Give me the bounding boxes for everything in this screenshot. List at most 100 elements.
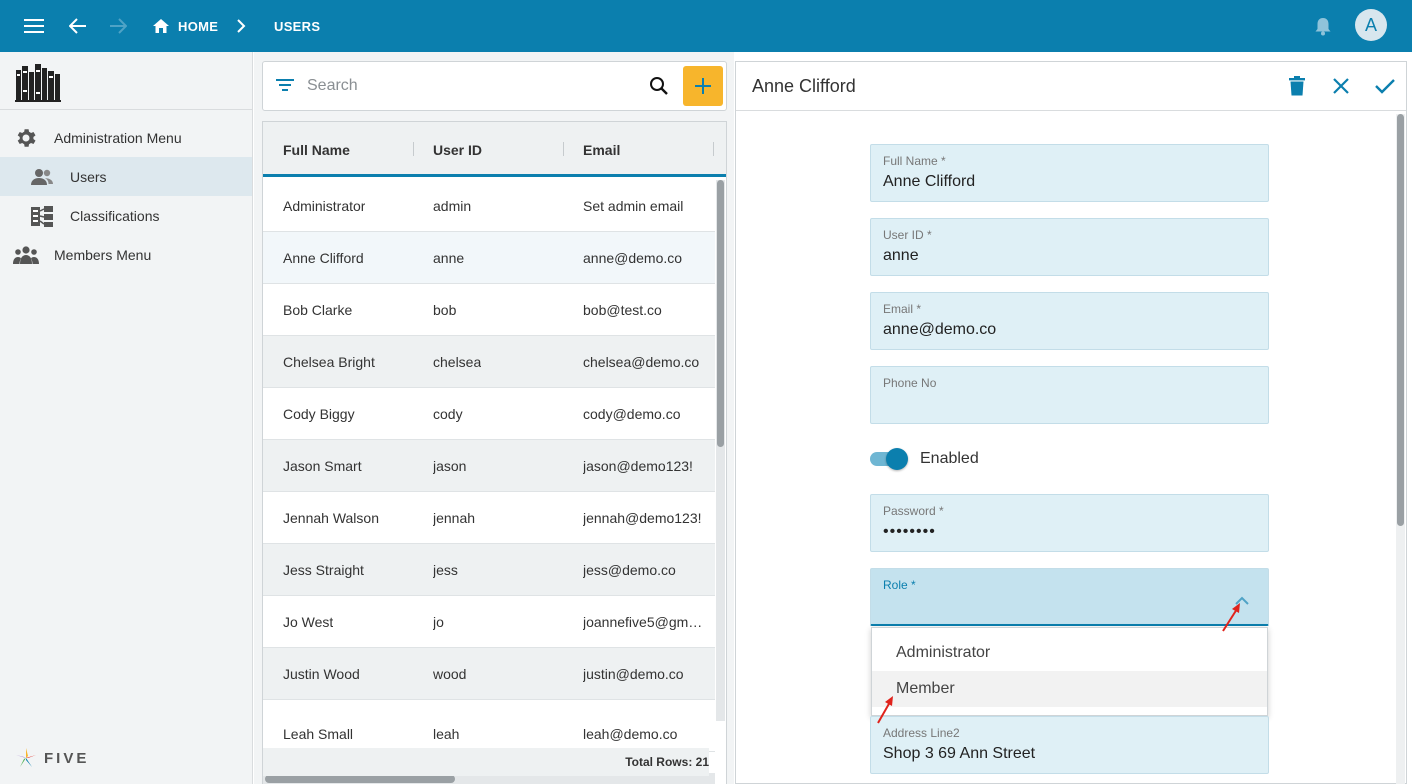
enabled-toggle[interactable] bbox=[870, 448, 908, 470]
email-field[interactable]: Email * anne@demo.co bbox=[870, 292, 1269, 350]
cell-email: justin@demo.co bbox=[583, 665, 684, 682]
address-line2-field[interactable]: Address Line2 Shop 3 69 Ann Street bbox=[870, 716, 1269, 774]
cell-full-name: Bob Clarke bbox=[283, 301, 353, 318]
table-row[interactable]: Cody Biggy cody cody@demo.co bbox=[263, 388, 715, 440]
user-id-label: User ID * bbox=[883, 228, 932, 242]
search-bar bbox=[262, 61, 727, 111]
save-button[interactable] bbox=[1373, 74, 1397, 98]
vertical-scrollbar-thumb[interactable] bbox=[717, 180, 724, 447]
table-row[interactable]: Jason Smart jason jason@demo123! bbox=[263, 440, 715, 492]
check-icon bbox=[1375, 79, 1395, 94]
add-user-button[interactable] bbox=[683, 66, 723, 106]
top-app-bar: HOME USERS A bbox=[0, 0, 1412, 52]
cell-email: bob@test.co bbox=[583, 301, 662, 318]
cell-full-name: Administrator bbox=[283, 197, 366, 214]
email-value: anne@demo.co bbox=[883, 321, 997, 338]
enabled-label: Enabled bbox=[920, 450, 979, 467]
users-icon bbox=[30, 166, 54, 188]
form-scrollbar-thumb[interactable] bbox=[1397, 114, 1404, 526]
five-brand-logo: FIVE bbox=[14, 746, 89, 770]
column-header-user-id[interactable]: User ID bbox=[433, 122, 482, 177]
full-name-value: Anne Clifford bbox=[883, 173, 976, 190]
hamburger-menu-icon[interactable] bbox=[22, 0, 46, 52]
table-row[interactable]: Justin Wood wood justin@demo.co bbox=[263, 648, 715, 700]
role-option-administrator[interactable]: Administrator bbox=[872, 635, 1267, 671]
table-row[interactable]: Jennah Walson jennah jennah@demo123! bbox=[263, 492, 715, 544]
cancel-button[interactable] bbox=[1329, 74, 1353, 98]
table-row[interactable]: Chelsea Bright chelsea chelsea@demo.co bbox=[263, 336, 715, 388]
column-divider[interactable] bbox=[413, 142, 414, 156]
search-icon[interactable] bbox=[649, 76, 669, 101]
breadcrumb-home[interactable]: HOME bbox=[152, 0, 218, 52]
sidebar: Administration Menu Users Classification… bbox=[0, 52, 253, 784]
column-header-full-name[interactable]: Full Name bbox=[283, 122, 350, 177]
table-row[interactable]: Administrator admin Set admin email bbox=[263, 180, 715, 232]
cell-email: jennah@demo123! bbox=[583, 509, 702, 526]
cell-user-id: jason bbox=[433, 457, 467, 474]
breadcrumb-users[interactable]: USERS bbox=[274, 0, 320, 52]
cell-user-id: cody bbox=[433, 405, 463, 422]
user-id-value: anne bbox=[883, 247, 919, 264]
filter-icon[interactable] bbox=[276, 77, 294, 98]
cell-email: cody@demo.co bbox=[583, 405, 681, 422]
sidebar-item-administration-menu[interactable]: Administration Menu bbox=[0, 118, 252, 157]
bell-icon[interactable] bbox=[1313, 0, 1333, 52]
enabled-toggle-knob[interactable] bbox=[886, 448, 908, 470]
cell-full-name: Justin Wood bbox=[283, 665, 360, 682]
search-input[interactable] bbox=[307, 74, 637, 98]
cell-email: joannefive5@gm… bbox=[583, 613, 703, 630]
table-row[interactable]: Jess Straight jess jess@demo.co bbox=[263, 544, 715, 596]
cell-user-id: wood bbox=[433, 665, 467, 682]
table-row-selected[interactable]: Anne Clifford anne anne@demo.co bbox=[263, 232, 715, 284]
annotation-arrow-icon bbox=[877, 696, 893, 724]
total-rows-label: Total Rows: 21 bbox=[625, 755, 709, 769]
forward-arrow-icon[interactable] bbox=[108, 0, 128, 52]
cell-full-name: Chelsea Bright bbox=[283, 353, 375, 370]
user-id-field[interactable]: User ID * anne bbox=[870, 218, 1269, 276]
user-detail-form: Anne Clifford Full Name * Anne Clifford … bbox=[735, 61, 1407, 784]
password-field[interactable]: Password * •••••••• bbox=[870, 494, 1269, 552]
role-select[interactable]: Role * bbox=[870, 568, 1269, 626]
cell-user-id: jo bbox=[433, 613, 444, 630]
cell-user-id: admin bbox=[433, 197, 472, 214]
enabled-toggle-row: Enabled bbox=[870, 443, 979, 475]
sidebar-item-label: Classifications bbox=[70, 207, 160, 224]
role-option-member[interactable]: Member bbox=[872, 671, 1267, 707]
avatar[interactable]: A bbox=[1355, 9, 1387, 41]
total-rows-count: Total Rows: 21 bbox=[263, 748, 709, 776]
close-icon bbox=[1333, 78, 1349, 94]
cell-full-name: Anne Clifford bbox=[283, 249, 364, 266]
cell-user-id: bob bbox=[433, 301, 457, 318]
classifications-icon bbox=[30, 204, 54, 228]
sidebar-item-classifications[interactable]: Classifications bbox=[0, 196, 252, 235]
full-name-label: Full Name * bbox=[883, 154, 946, 168]
phone-field[interactable]: Phone No bbox=[870, 366, 1269, 424]
back-arrow-icon[interactable] bbox=[68, 0, 88, 52]
email-label: Email * bbox=[883, 302, 922, 316]
table-row[interactable]: Leah Small leah leah@demo.co bbox=[263, 700, 715, 752]
form-vertical-scrollbar[interactable] bbox=[1396, 114, 1405, 784]
cell-full-name: Jo West bbox=[283, 613, 334, 630]
cell-email: jess@demo.co bbox=[583, 561, 676, 578]
table-row[interactable]: Jo West jo joannefive5@gm… bbox=[263, 596, 715, 648]
sidebar-item-users[interactable]: Users bbox=[0, 157, 252, 196]
five-logo-icon bbox=[16, 748, 36, 767]
column-divider[interactable] bbox=[563, 142, 564, 156]
phone-label: Phone No bbox=[883, 376, 937, 390]
column-header-email[interactable]: Email bbox=[583, 122, 620, 177]
cell-full-name: Jason Smart bbox=[283, 457, 362, 474]
cell-email: anne@demo.co bbox=[583, 249, 683, 266]
vertical-scrollbar[interactable] bbox=[716, 180, 725, 721]
horizontal-scrollbar-thumb[interactable] bbox=[265, 775, 455, 783]
form-title: Anne Clifford bbox=[752, 76, 856, 96]
sidebar-item-label: Administration Menu bbox=[54, 129, 182, 146]
annotation-arrow-icon bbox=[1222, 603, 1240, 632]
table-header: Full Name User ID Email bbox=[263, 122, 726, 177]
sidebar-item-members-menu[interactable]: Members Menu bbox=[0, 235, 252, 274]
full-name-field[interactable]: Full Name * Anne Clifford bbox=[870, 144, 1269, 202]
chevron-right-icon bbox=[236, 0, 246, 52]
table-row[interactable]: Bob Clarke bob bob@test.co bbox=[263, 284, 715, 336]
delete-button[interactable] bbox=[1285, 74, 1309, 98]
cell-full-name: Jennah Walson bbox=[283, 509, 379, 526]
column-divider[interactable] bbox=[713, 142, 714, 156]
